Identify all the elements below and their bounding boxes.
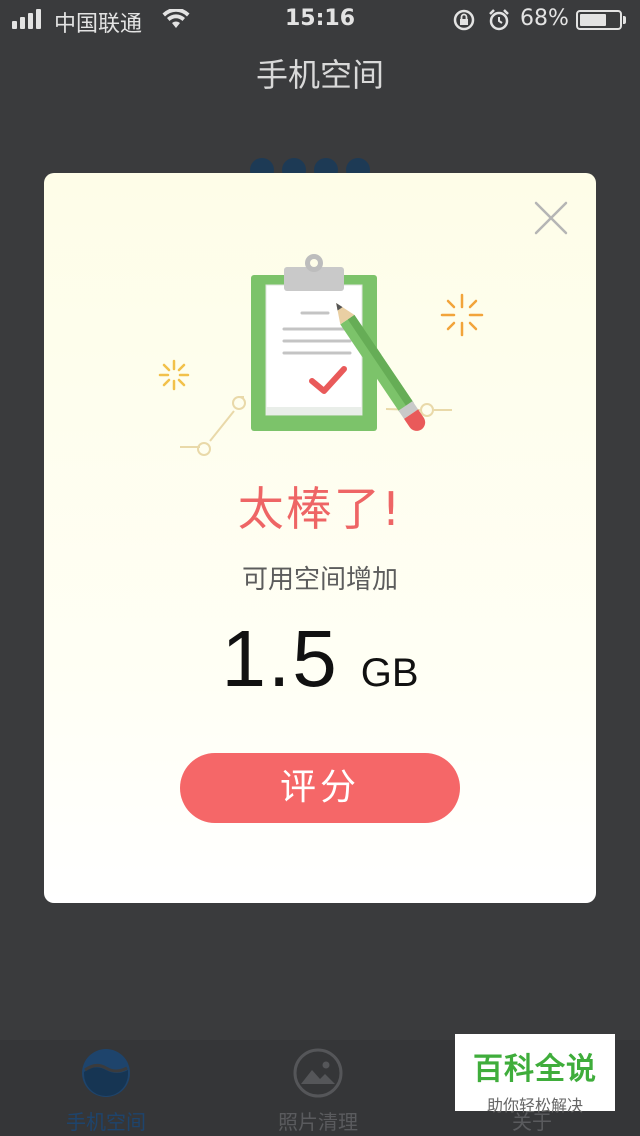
rotation-lock-icon (453, 9, 475, 31)
freed-space-amount: 1.5 GB (44, 613, 596, 705)
tab-photo-clean[interactable]: 照片清理 (228, 1040, 408, 1136)
battery-icon (576, 10, 626, 30)
rate-button[interactable]: 评分 (180, 753, 460, 823)
sparkle-icon (440, 293, 484, 337)
photo-icon (293, 1048, 343, 1098)
tab-label: 照片清理 (278, 1110, 358, 1134)
clipboard-illustration (158, 254, 484, 456)
tab-phone-space[interactable]: 手机空间 (16, 1040, 196, 1136)
space-increase-label: 可用空间增加 (241, 565, 398, 595)
watermark-title: 百科全说 (473, 1052, 597, 1087)
amount-value: 1.5 (221, 614, 339, 703)
alarm-icon (489, 9, 509, 31)
watermark-subtitle: 助你轻松解决 (486, 1096, 583, 1115)
tab-label: 手机空间 (66, 1110, 146, 1134)
storage-icon (82, 1049, 130, 1097)
page-title: 手机空间 (255, 56, 384, 94)
success-headline: 太棒了! (237, 482, 403, 536)
success-dialog: 太棒了! 可用空间增加 1.5 GB 评分 (44, 173, 596, 903)
close-icon[interactable] (532, 199, 570, 237)
sparkle-icon (158, 359, 190, 391)
watermark-logo: 百科全说 助你轻松解决 (455, 1034, 615, 1115)
battery-percent: 68% (520, 6, 569, 31)
amount-unit: GB (360, 651, 419, 695)
status-bar: 中国联通 15:16 68% (0, 0, 640, 40)
